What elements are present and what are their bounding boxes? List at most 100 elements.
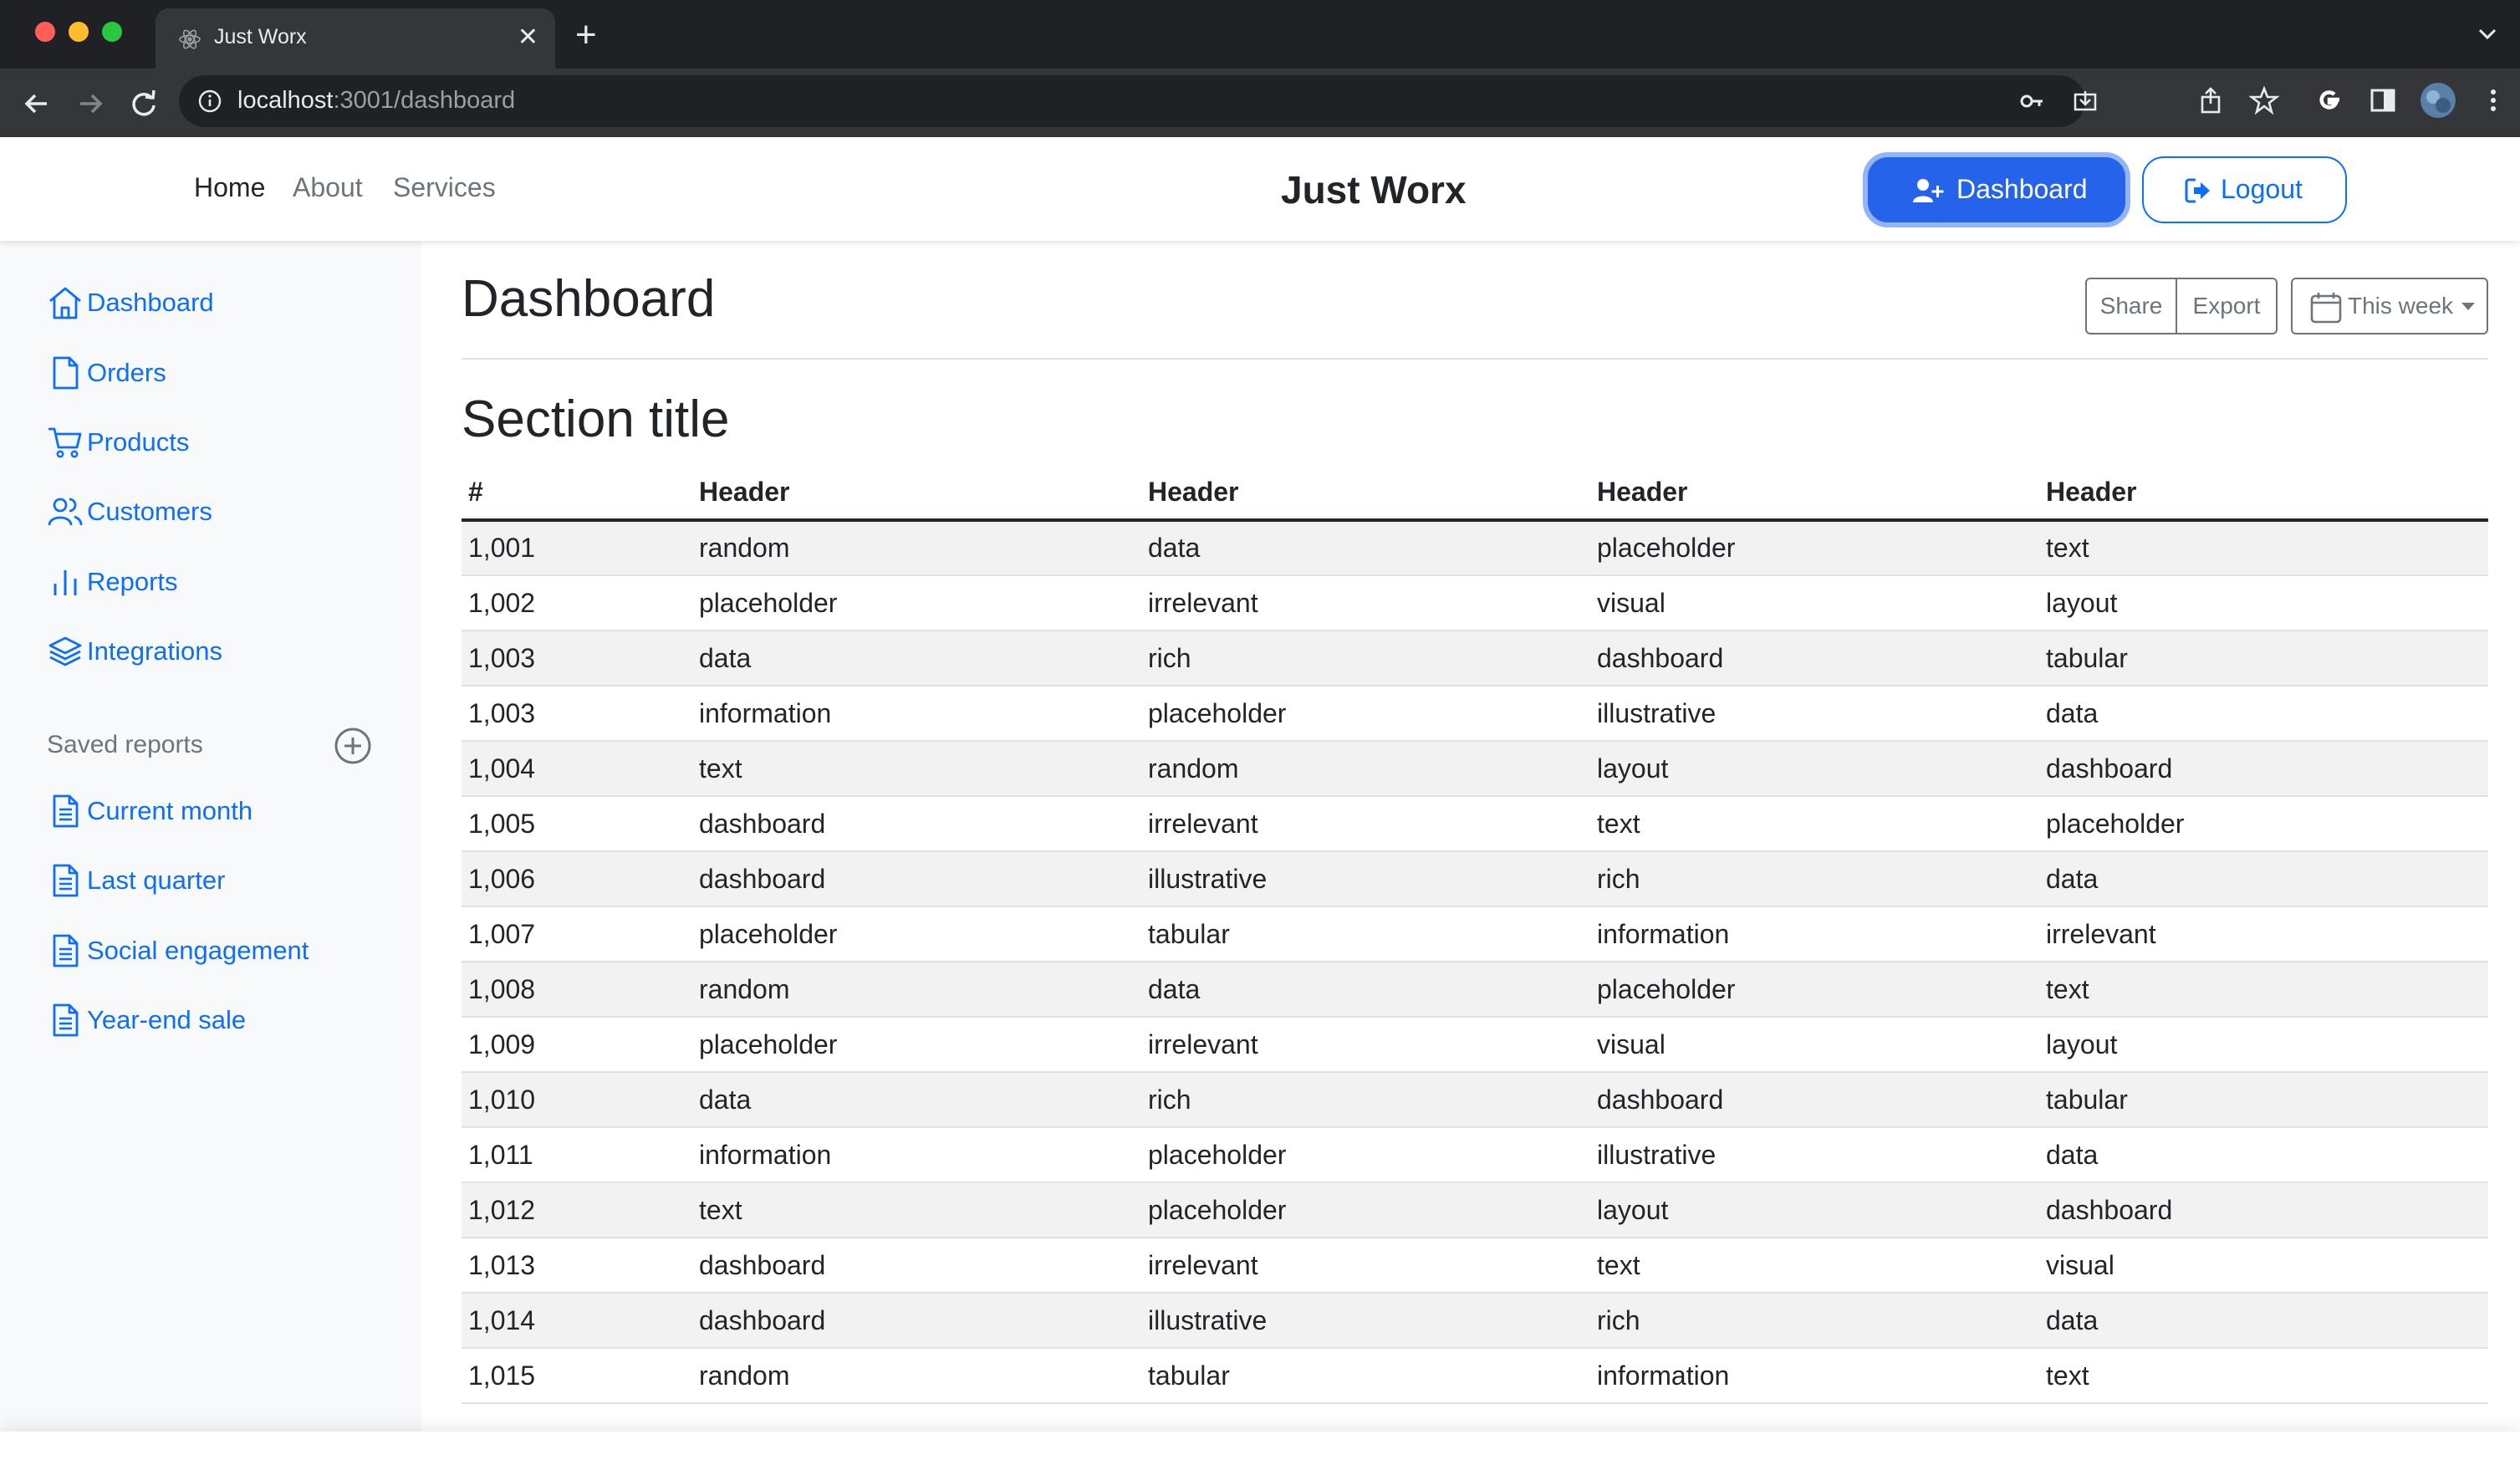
table-header-cell: Header <box>2039 465 2488 522</box>
address-bar[interactable]: localhost:3001/dashboard <box>179 75 2097 127</box>
table-row: 1,015 random tabular information text <box>462 1348 2488 1404</box>
table-cell: dashboard <box>2039 1182 2488 1238</box>
table-cell: illustrative <box>1590 1127 2039 1183</box>
table-cell: data <box>692 630 1141 687</box>
close-tab-icon[interactable]: ✕ <box>518 23 538 53</box>
table-cell: irrelevant <box>1141 575 1590 631</box>
tab-strip: Just Worx ✕ + <box>0 0 2520 69</box>
table-cell: tabular <box>2039 630 2488 687</box>
table-cell: 1,001 <box>462 520 692 576</box>
table-row: 1,014 dashboard illustrative rich data <box>462 1293 2488 1349</box>
period-dropdown[interactable]: This week <box>2291 278 2488 334</box>
table-row: 1,003 information placeholder illustrative d… <box>462 686 2488 742</box>
table-cell: dashboard <box>692 1293 1141 1349</box>
install-app-icon[interactable] <box>2072 88 2099 115</box>
nav-about-link[interactable]: About <box>293 172 363 203</box>
table-cell: 1,009 <box>462 1017 692 1073</box>
export-button[interactable]: Export <box>2177 279 2276 333</box>
table-cell: data <box>2039 851 2488 907</box>
table-cell: information <box>1590 1348 2039 1404</box>
table-cell: irrelevant <box>2039 906 2488 962</box>
new-tab-icon[interactable]: + <box>575 15 597 55</box>
page-title: Dashboard <box>462 270 716 328</box>
table-cell: placeholder <box>692 1017 1141 1073</box>
minimize-window-button[interactable] <box>69 22 89 42</box>
table-cell: information <box>692 1127 1141 1183</box>
table-cell: 1,007 <box>462 906 692 962</box>
table-cell: information <box>1590 906 2039 962</box>
table-cell: illustrative <box>1141 1293 1590 1349</box>
table-cell: placeholder <box>2039 796 2488 852</box>
saved-report-label: Social engagement <box>87 936 309 965</box>
side-panel-icon[interactable] <box>2368 85 2398 115</box>
saved-report-label: Last quarter <box>87 865 226 895</box>
calendar-icon <box>2310 293 2342 324</box>
close-window-button[interactable] <box>35 22 55 42</box>
profile-avatar[interactable] <box>2420 82 2456 119</box>
table-cell: illustrative <box>1141 851 1590 907</box>
table-cell: 1,006 <box>462 851 692 907</box>
forward-arrow-icon[interactable] <box>72 85 109 122</box>
table-cell: dashboard <box>692 851 1141 907</box>
layers-icon <box>48 636 82 666</box>
table-cell: layout <box>2039 1017 2488 1073</box>
reload-icon[interactable] <box>125 85 162 122</box>
url-host: localhost <box>237 87 334 114</box>
table-cell: irrelevant <box>1141 796 1590 852</box>
table-cell: data <box>2039 1293 2488 1349</box>
logout-button[interactable]: Logout <box>2142 156 2347 223</box>
period-label: This week <box>2348 293 2454 319</box>
nav-home-link[interactable]: Home <box>194 172 265 203</box>
google-icon[interactable] <box>2314 85 2344 115</box>
chevron-down-icon[interactable] <box>2475 22 2500 47</box>
saved-report-label: Current month <box>87 796 253 825</box>
table-cell: placeholder <box>1590 962 2039 1018</box>
file-text-icon <box>53 1003 79 1037</box>
table-cell: text <box>1590 1238 2039 1294</box>
add-report-icon[interactable] <box>333 726 373 766</box>
sidebar-item-label: Dashboard <box>87 288 214 317</box>
site-info-icon[interactable] <box>197 89 222 114</box>
table-row: 1,010 data rich dashboard tabular <box>462 1072 2488 1128</box>
sidebar-item-label: Orders <box>87 358 166 387</box>
table-row: 1,011 information placeholder illustrative d… <box>462 1127 2488 1183</box>
table-cell: data <box>692 1072 1141 1128</box>
share-button[interactable]: Share <box>2087 279 2177 333</box>
table-cell: visual <box>1590 1017 2039 1073</box>
file-text-icon <box>53 794 79 828</box>
table-cell: illustrative <box>1590 686 2039 742</box>
table-cell: placeholder <box>1141 1182 1590 1238</box>
browser-tab[interactable]: Just Worx ✕ <box>156 8 555 69</box>
table-cell: text <box>2039 1348 2488 1404</box>
table-cell: data <box>2039 686 2488 742</box>
table-header-cell: Header <box>1141 465 1590 522</box>
table-cell: placeholder <box>1141 686 1590 742</box>
table-cell: placeholder <box>1590 520 2039 576</box>
more-menu-icon[interactable] <box>2478 85 2508 115</box>
table-cell: 1,010 <box>462 1072 692 1128</box>
table-cell: 1,003 <box>462 686 692 742</box>
brand-title[interactable]: Just Worx <box>1281 167 1467 212</box>
sidebar: Dashboard Orders Products Customers Repo… <box>0 241 421 1432</box>
url-text: localhost:3001/dashboard <box>237 87 515 115</box>
table-cell: information <box>692 686 1141 742</box>
table-cell: random <box>692 520 1141 576</box>
table-cell: 1,011 <box>462 1127 692 1183</box>
back-arrow-icon[interactable] <box>18 85 55 122</box>
table-cell: random <box>1141 741 1590 797</box>
dashboard-button[interactable]: Dashboard <box>1863 152 2130 227</box>
bookmark-star-icon[interactable] <box>2249 85 2279 115</box>
table-cell: rich <box>1590 851 2039 907</box>
nav-services-link[interactable]: Services <box>393 172 496 203</box>
share-page-icon[interactable] <box>2196 85 2226 115</box>
table-header-cell: # <box>462 465 692 522</box>
table-body: 1,001 random data placeholder text 1,002 place… <box>462 520 2488 1404</box>
table-cell: text <box>2039 520 2488 576</box>
file-icon <box>53 356 79 390</box>
maximize-window-button[interactable] <box>102 22 122 42</box>
key-icon[interactable] <box>2018 88 2045 115</box>
table-cell: rich <box>1141 1072 1590 1128</box>
top-navbar: Home About Services Just Worx Dashboard … <box>0 137 2520 241</box>
table-cell: rich <box>1141 630 1590 687</box>
table-cell: text <box>692 1182 1141 1238</box>
